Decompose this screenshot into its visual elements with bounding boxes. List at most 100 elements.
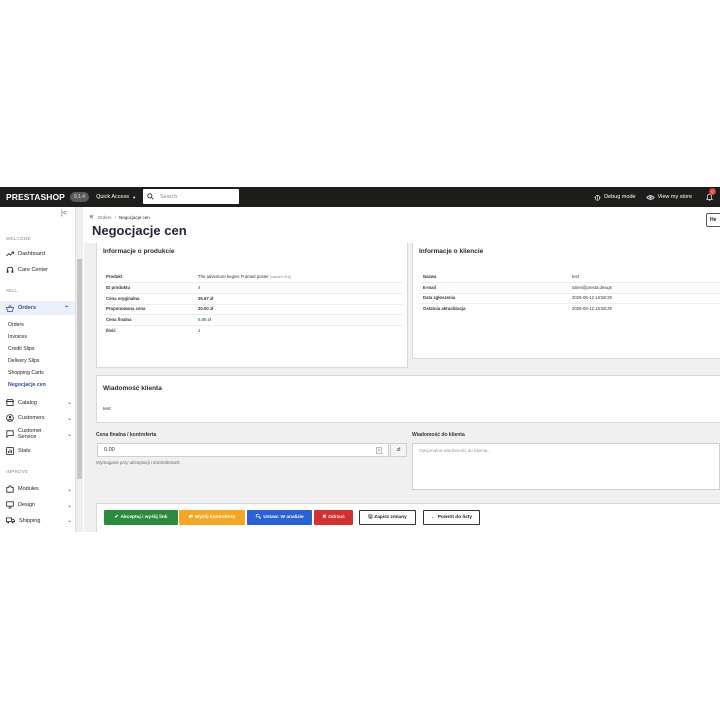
counter-offer-button-label: Wyślij kontrofertę [194, 515, 236, 520]
client-email-value: sales@presta.design [572, 285, 613, 290]
page-header: 🛒︎ Orders › Negocjacje cen Negocjacje ce… [84, 207, 720, 243]
row-divider [103, 314, 403, 315]
product-label: Produkt [106, 274, 123, 279]
sidebar-subitem-invoices[interactable]: Invoices [8, 334, 27, 340]
client-name-value: test [572, 274, 579, 279]
client-info-card: Informacje o kliencie Nazwa test E-mail … [412, 243, 720, 359]
reject-button[interactable]: ✖ Odrzuć [314, 510, 353, 525]
product-id-value: 4 [198, 285, 201, 290]
sidebar-item-label: Design [18, 502, 36, 508]
client-name-label: Nazwa [423, 274, 437, 279]
basket-icon [6, 304, 14, 312]
set-analysis-button[interactable]: 🔍︎ Ustaw: W analizie [247, 510, 312, 525]
row-divider [419, 282, 719, 283]
sidebar-item-label: Shipping [19, 517, 41, 524]
breadcrumb-separator: › [114, 214, 116, 220]
cart-icon: 🛒︎ [89, 214, 95, 219]
check-icon: ✔ [114, 515, 119, 520]
client-message-text: test [103, 407, 111, 412]
sidebar-item-label: Catalog [18, 399, 37, 406]
back-to-list-button-label: Powrót do listy [437, 515, 473, 520]
quick-access-dropdown[interactable]: Quick Access ▼ [96, 194, 136, 200]
view-store-link[interactable]: View my store [645, 194, 692, 201]
page-title: Negocjacje cen [92, 223, 187, 238]
sidebar-scroll-thumb[interactable] [77, 259, 82, 479]
last-update-label: Ostatnia aktualizacja [423, 306, 466, 311]
trending-up-icon [6, 251, 14, 257]
final-price-value: 0.00 zł [198, 317, 211, 322]
reject-button-label: Odrzuć [328, 515, 345, 520]
chevron-down-icon: ⌄ [66, 502, 72, 509]
breadcrumb-orders-link[interactable]: Orders [98, 215, 112, 220]
original-price-label: Cena oryginalna [106, 296, 140, 301]
sidebar-item-orders[interactable]: Orders ⌃ [0, 301, 75, 315]
sidebar: |< WELCOME Dashboard Care Center SELL Or… [0, 207, 75, 532]
client-message-card: Wiadomość klienta test [96, 375, 720, 423]
help-button[interactable]: He [706, 213, 720, 227]
truck-icon [6, 517, 15, 524]
chevron-down-icon: ⌄ [66, 400, 72, 406]
final-price-input[interactable]: 0.00 ⇕ [97, 443, 389, 457]
notifications-badge: 0 [709, 188, 716, 195]
puzzle-icon [6, 485, 14, 493]
quantity-value: 1 [198, 328, 201, 333]
sidebar-subitem-credit-slips[interactable]: Credit Slips [8, 346, 35, 352]
bar-chart-icon [6, 447, 14, 455]
product-info-title: Informacje o produkcie [103, 248, 175, 255]
notifications-button[interactable]: 0 [702, 187, 716, 207]
bug-icon [594, 194, 601, 201]
prestashop-logo[interactable]: PRESTASHOP [6, 192, 65, 202]
final-price-help: Wymagane przy akceptacji i kontrofertach… [96, 460, 181, 465]
sidebar-item-stats[interactable]: Stats [6, 447, 72, 455]
sidebar-item-label: Care Center [18, 267, 48, 273]
sidebar-item-dashboard[interactable]: Dashboard [6, 251, 72, 257]
counter-offer-button[interactable]: ⇄ Wyślij kontrofertę [179, 510, 245, 525]
debug-mode-link[interactable]: Debug mode [594, 194, 636, 201]
number-stepper[interactable]: ⇕ [376, 447, 382, 454]
proposed-price-value: 20.00 zł [198, 306, 214, 311]
view-store-label: View my store [657, 194, 692, 200]
sidebar-item-customers[interactable]: Customers ⌄ [6, 414, 72, 422]
close-icon: ✖ [322, 515, 327, 520]
final-price-field-label: Cena finalna / kontroferta [96, 432, 157, 438]
sidebar-subitem-negocjacje-cen[interactable]: Negocjacje cen [8, 382, 46, 388]
sidebar-item-shipping[interactable]: Shipping ⌄ [6, 517, 72, 524]
store-icon [6, 399, 14, 406]
chevron-down-icon: ⌄ [66, 518, 72, 524]
set-analysis-button-label: Ustaw: W analizie [263, 515, 304, 520]
accept-button[interactable]: ✔ Akceptuj i wyślij link [104, 510, 178, 525]
message-to-client-textarea[interactable]: Opcjonalna wiadomość do klienta... [412, 443, 720, 490]
admin-app: PRESTASHOP 9.1.4 Quick Access ▼ Debug mo… [0, 187, 720, 532]
sidebar-item-modules[interactable]: Modules ⌄ [6, 485, 72, 493]
swap-icon: ⇄ [188, 515, 193, 520]
arrow-left-icon: ← [430, 515, 436, 520]
row-divider [103, 304, 403, 305]
sidebar-subitem-delivery-slips[interactable]: Delivery Slips [8, 358, 39, 364]
chevron-down-icon: ▼ [132, 194, 137, 200]
sidebar-item-care-center[interactable]: Care Center [6, 266, 72, 274]
search-input[interactable] [160, 193, 230, 200]
sidebar-item-catalog[interactable]: Catalog ⌄ [6, 399, 72, 406]
section-sell: SELL [6, 288, 18, 293]
sidebar-item-design[interactable]: Design ⌄ [6, 501, 72, 509]
sidebar-item-customer-service[interactable]: Customer Service ⌄ [6, 428, 72, 440]
proposed-price-label: Proponowana cena [106, 306, 146, 311]
client-info-title: Informacje o kliencie [419, 248, 484, 255]
save-changes-button-label: Zapisz zmiany [374, 515, 407, 520]
breadcrumb-current: Negocjacje cen [118, 214, 150, 220]
product-name: The adventure begins Framed poster [198, 274, 269, 279]
quantity-label: Ilość [106, 328, 116, 333]
client-email-label: E-mail [423, 285, 436, 290]
top-header: PRESTASHOP 9.1.4 Quick Access ▼ Debug mo… [0, 187, 720, 207]
save-changes-button[interactable]: 🖫 Zapisz zmiany [359, 510, 416, 525]
search-bar[interactable] [143, 189, 239, 204]
collapse-sidebar-icon[interactable]: |< [61, 210, 67, 217]
customer-service-label-line-2: Service [18, 434, 37, 440]
sidebar-subitem-shopping-carts[interactable]: Shopping Carts [8, 370, 44, 376]
accept-button-label: Akceptuj i wyślij link [120, 515, 168, 520]
back-to-list-button[interactable]: ← Powrót do listy [423, 510, 480, 525]
desktop-icon [6, 501, 14, 509]
sidebar-scrollbar[interactable] [75, 207, 83, 532]
sidebar-subitem-orders[interactable]: Orders [8, 322, 24, 328]
row-divider [419, 293, 719, 294]
